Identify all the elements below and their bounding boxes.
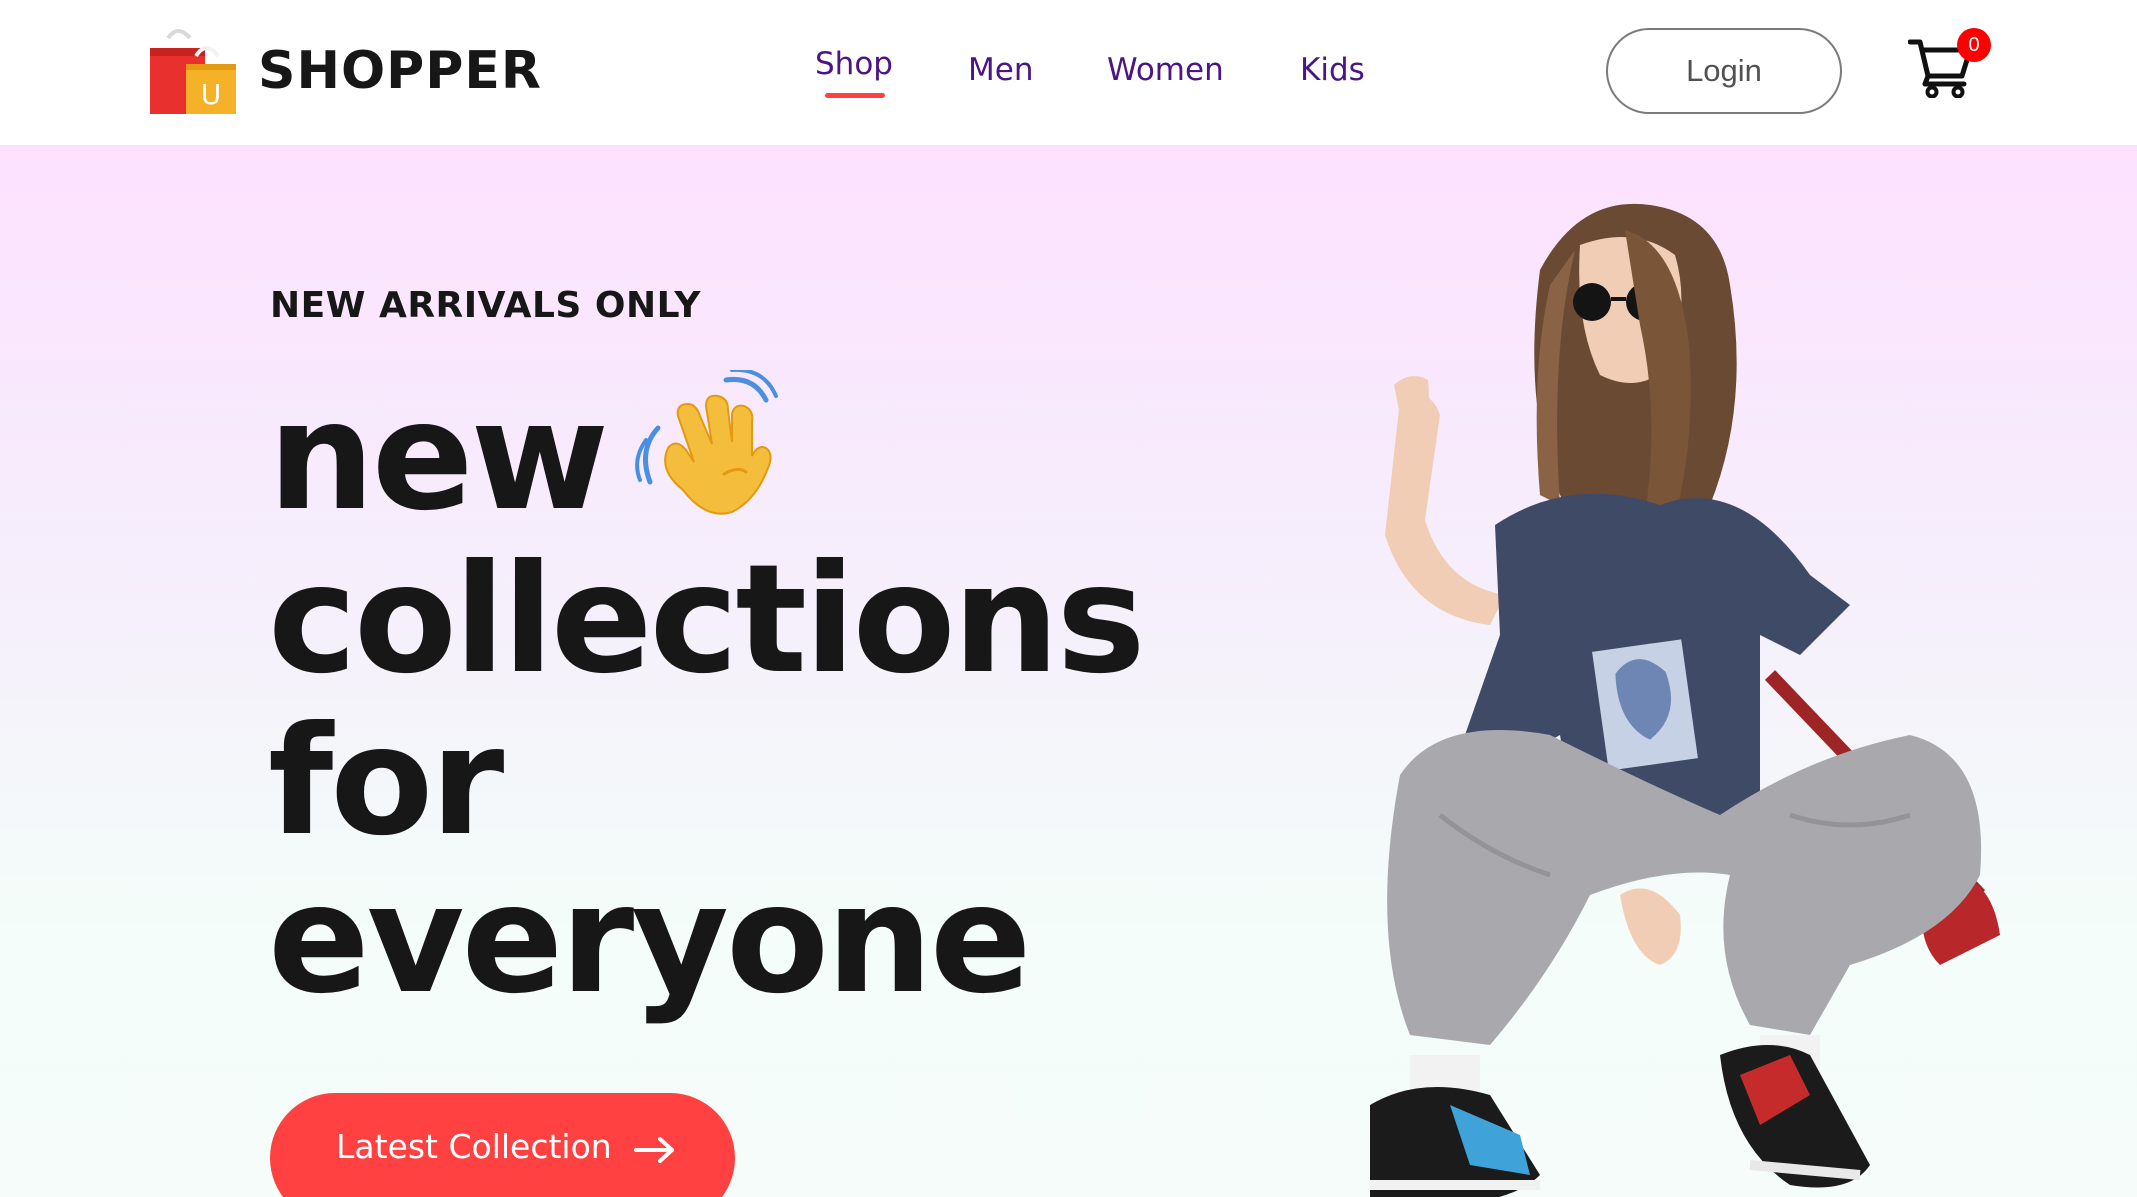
latest-collection-button[interactable]: Latest Collection [270, 1093, 735, 1197]
nav-item-men[interactable]: Men [968, 52, 1033, 88]
hero-model-image [1370, 203, 2000, 1197]
hero-headline-line-2: collections [268, 533, 1146, 707]
nav-item-women[interactable]: Women [1107, 52, 1224, 88]
hero-tagline: NEW ARRIVALS ONLY [270, 285, 701, 326]
logo-letter: U [201, 78, 222, 111]
nav-item-shop[interactable]: Shop [815, 46, 893, 82]
active-nav-indicator [825, 93, 885, 98]
login-button[interactable]: Login [1606, 28, 1842, 114]
hero-headline-line-3: for [268, 695, 504, 869]
arrow-right-icon [633, 1137, 674, 1163]
shopping-bags-icon: U [150, 29, 236, 114]
hero-headline-line-1: new [268, 370, 609, 544]
navbar: U SHOPPER Shop Men Women Kids Login 0 [0, 0, 2137, 145]
logo[interactable]: U SHOPPER [148, 26, 542, 116]
nav-item-kids[interactable]: Kids [1300, 52, 1365, 88]
hero-headline-line-4: everyone [268, 853, 1032, 1027]
cart-count-badge: 0 [1957, 28, 1991, 62]
brand-name: SHOPPER [258, 41, 542, 101]
cta-label: Latest Collection [336, 1127, 612, 1166]
hero-section: NEW ARRIVALS ONLY new collections for ev… [0, 145, 2137, 1197]
waving-hand-icon [635, 370, 778, 515]
